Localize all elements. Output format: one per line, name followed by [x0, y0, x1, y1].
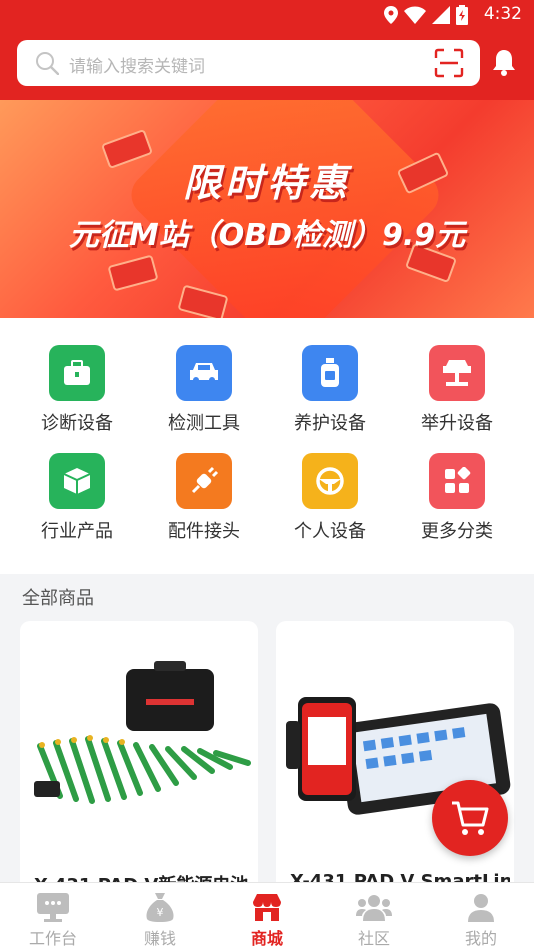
category-label: 养护设备	[294, 413, 366, 434]
promo-banner[interactable]: 限时特惠 元征M站（OBD检测）9.9元	[0, 100, 534, 318]
red-envelope-decoration	[107, 254, 159, 292]
tab-earn[interactable]: ¥ 赚钱	[115, 891, 205, 949]
category-maintenance-equipment[interactable]: 养护设备	[270, 345, 390, 445]
category-more[interactable]: 更多分类	[397, 453, 517, 553]
tab-workbench[interactable]: 工作台	[8, 891, 98, 949]
tab-label: 工作台	[28, 929, 77, 948]
search-icon	[36, 52, 59, 75]
category-label: 行业产品	[41, 521, 113, 542]
category-label: 个人设备	[294, 521, 366, 542]
category-lift-equipment[interactable]: 举升设备	[397, 345, 517, 445]
category-label: 举升设备	[421, 413, 493, 434]
product-image	[34, 661, 251, 804]
location-icon	[384, 6, 398, 24]
category-grid: 诊断设备 检测工具 养护设备 举升设备 行业产品 配件接头 个人设备 更多分类	[0, 318, 534, 574]
tab-label: 赚钱	[143, 929, 176, 948]
car-scan-icon	[176, 345, 232, 401]
status-bar: 4:32	[0, 0, 534, 30]
svg-text:¥: ¥	[157, 906, 164, 919]
box-icon	[49, 453, 105, 509]
banner-title: 限时特惠	[182, 161, 351, 205]
product-card[interactable]: X-431 PAD V新能源电池	[20, 621, 258, 901]
money-bag-icon: ¥	[146, 893, 174, 922]
profile-icon	[468, 894, 494, 922]
steering-wheel-icon	[302, 453, 358, 509]
tab-store[interactable]: 商城	[222, 891, 312, 949]
signal-icon	[432, 6, 450, 24]
bell-icon[interactable]	[492, 48, 516, 76]
workbench-icon	[37, 893, 69, 922]
battery-icon	[456, 5, 468, 25]
grid-icon	[429, 453, 485, 509]
category-label: 配件接头	[168, 521, 240, 542]
tab-label: 我的	[464, 929, 497, 948]
cart-icon	[452, 801, 489, 835]
category-accessories-connectors[interactable]: 配件接头	[144, 453, 264, 553]
category-label: 诊断设备	[41, 413, 113, 434]
category-personal-equipment[interactable]: 个人设备	[270, 453, 390, 553]
status-icons	[384, 5, 468, 25]
community-icon	[356, 895, 392, 921]
tab-profile[interactable]: 我的	[436, 891, 526, 949]
car-lift-icon	[429, 345, 485, 401]
category-label: 更多分类	[421, 521, 493, 542]
plug-icon	[176, 453, 232, 509]
scan-icon[interactable]	[434, 48, 464, 78]
bottom-tab-bar: 工作台 ¥ 赚钱 商城 社区 我的	[0, 882, 534, 950]
category-industry-products[interactable]: 行业产品	[17, 453, 137, 553]
banner-burst-shape	[122, 100, 448, 318]
tab-label: 商城	[250, 929, 283, 948]
status-time: 4:32	[483, 4, 522, 24]
product-card[interactable]: X-431 PAD V SmartLink	[276, 621, 514, 901]
category-diagnostic-equipment[interactable]: 诊断设备	[17, 345, 137, 445]
category-testing-tools[interactable]: 检测工具	[144, 345, 264, 445]
search-bar[interactable]: 请输入搜索关键词	[17, 40, 480, 86]
cart-button[interactable]	[432, 780, 508, 856]
section-title-all-products: 全部商品	[22, 588, 94, 609]
category-label: 检测工具	[168, 413, 240, 434]
toolbox-icon	[49, 345, 105, 401]
wifi-icon	[404, 6, 426, 24]
banner-subtitle: 元征M站（OBD检测）9.9元	[68, 218, 466, 253]
tab-community[interactable]: 社区	[329, 891, 419, 949]
store-icon	[253, 894, 281, 921]
tab-label: 社区	[357, 929, 390, 948]
search-input[interactable]: 请输入搜索关键词	[69, 52, 205, 77]
oil-bottle-icon	[302, 345, 358, 401]
